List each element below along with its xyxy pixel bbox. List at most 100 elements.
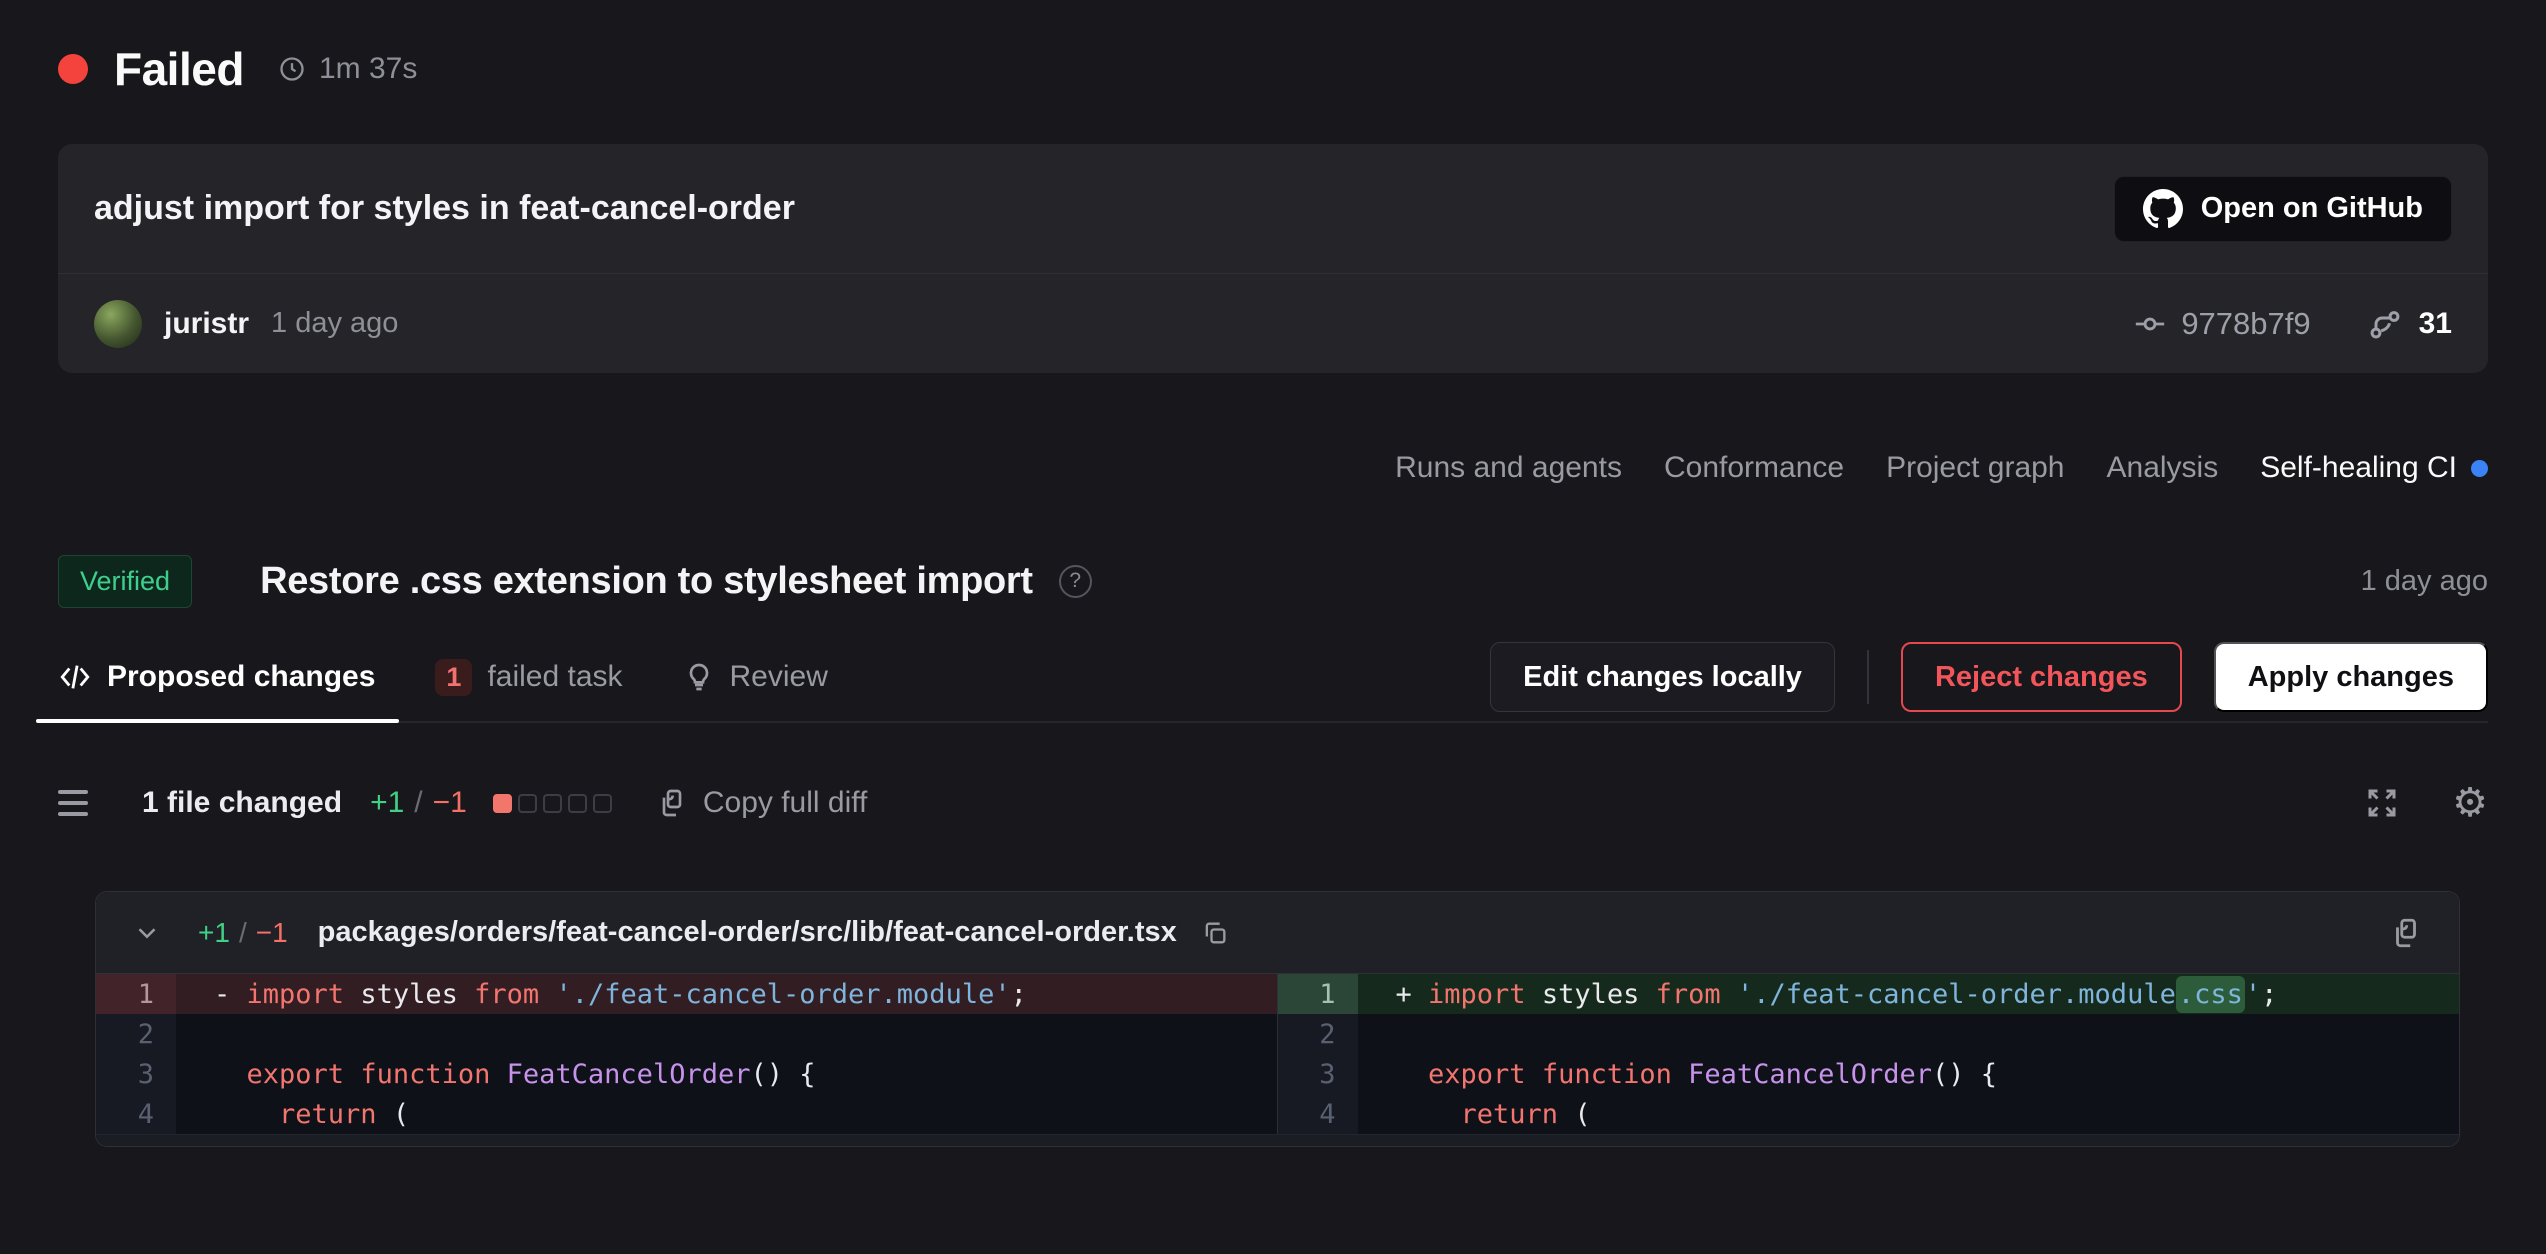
diff-line: 1+ import styles from './feat-cancel-ord… [1278, 974, 2460, 1014]
tab-review-label: Review [730, 660, 828, 694]
nav-item-label: Runs and agents [1395, 451, 1622, 485]
chevron-down-icon[interactable] [132, 918, 162, 948]
file-list-menu-icon[interactable] [58, 790, 88, 816]
failed-count-badge: 1 [435, 659, 472, 696]
line-number: 4 [96, 1094, 176, 1134]
tab-proposed-changes-label: Proposed changes [107, 660, 375, 694]
open-on-github-label: Open on GitHub [2201, 192, 2423, 225]
file-deletions: −1 [256, 917, 288, 949]
notification-dot [2471, 460, 2488, 477]
commit-card: adjust import for styles in feat-cancel-… [58, 144, 2488, 373]
nav-item-analysis[interactable]: Analysis [2107, 451, 2219, 485]
lightbulb-icon [683, 661, 715, 693]
line-number: 3 [96, 1054, 176, 1094]
line-number: 2 [1278, 1014, 1358, 1054]
verified-badge: Verified [58, 555, 192, 608]
diff-pane-right: 1+ import styles from './feat-cancel-ord… [1278, 974, 2460, 1134]
diff-body: 1- import styles from './feat-cancel-ord… [96, 974, 2459, 1134]
line-number: 1 [1278, 974, 1358, 1014]
commit-refs-group: 9778b7f9 31 [2133, 306, 2452, 342]
code-line [1358, 1014, 2460, 1054]
action-buttons: Edit changes locally Reject changes Appl… [1490, 642, 2488, 712]
file-additions: +1 [198, 917, 230, 949]
pipeline-status-label: Failed [114, 42, 244, 96]
commit-hash: 9778b7f9 [2181, 306, 2310, 342]
code-icon [58, 660, 92, 694]
nav-item-label: Conformance [1664, 451, 1844, 485]
nav-item-self-healing-ci[interactable]: Self-healing CI [2260, 451, 2488, 485]
fix-heading-row: Verified Restore .css extension to style… [58, 545, 2488, 617]
edit-changes-locally-button[interactable]: Edit changes locally [1490, 642, 1835, 712]
expand-icon[interactable] [2364, 785, 2400, 821]
diffstat: +1 / −1 [370, 786, 612, 820]
open-on-github-button[interactable]: Open on GitHub [2114, 176, 2452, 242]
branch-count: 31 [2419, 307, 2452, 341]
diff-toolbar-left: 1 file changed +1 / −1 Copy full diff [58, 786, 867, 820]
top-nav: Runs and agents Conformance Project graph A… [58, 443, 2488, 493]
diffstat-separator: / [414, 786, 422, 820]
diffstat-square [518, 794, 537, 813]
commit-hash-group[interactable]: 9778b7f9 [2133, 306, 2310, 342]
additions-count: +1 [370, 786, 404, 820]
diff-scrollbar-track[interactable] [96, 1134, 2459, 1146]
code-line: return ( [176, 1094, 1277, 1134]
diff-line: 4 return ( [1278, 1094, 2460, 1134]
nav-item-runs-and-agents[interactable]: Runs and agents [1395, 451, 1622, 485]
diff-line: 1- import styles from './feat-cancel-ord… [96, 974, 1277, 1014]
tab-proposed-changes[interactable]: Proposed changes [58, 633, 375, 721]
reject-changes-button[interactable]: Reject changes [1901, 642, 2182, 712]
copy-path-icon[interactable] [1201, 919, 1229, 947]
copy-full-diff-button[interactable]: Copy full diff [656, 786, 868, 820]
line-number: 1 [96, 974, 176, 1014]
diff-line: 3 export function FeatCancelOrder() { [1278, 1054, 2460, 1094]
commit-icon [2133, 307, 2167, 341]
gear-icon[interactable]: ⚙ [2452, 783, 2488, 823]
diff-line: 2 [1278, 1014, 2460, 1054]
commit-title-row: adjust import for styles in feat-cancel-… [58, 144, 2488, 274]
nav-item-label: Project graph [1886, 451, 2064, 485]
tab-failed-task-label: failed task [487, 660, 622, 694]
tab-failed-task[interactable]: 1 failed task [435, 633, 622, 721]
nav-item-label: Analysis [2107, 451, 2219, 485]
clipboard-icon [656, 787, 688, 819]
diffstat-square [543, 794, 562, 813]
status-failed-dot [58, 54, 88, 84]
code-line [176, 1014, 1277, 1054]
apply-changes-button[interactable]: Apply changes [2214, 642, 2488, 712]
nav-item-project-graph[interactable]: Project graph [1886, 451, 2064, 485]
fix-title: Restore .css extension to stylesheet imp… [260, 560, 1033, 603]
diffstat-squares [493, 794, 612, 813]
code-line: + import styles from './feat-cancel-orde… [1358, 974, 2460, 1014]
fix-heading-left: Verified Restore .css extension to style… [58, 555, 1092, 608]
nav-item-conformance[interactable]: Conformance [1664, 451, 1844, 485]
author-name: juristr [164, 307, 249, 341]
diff-file-header[interactable]: +1 / −1 packages/orders/feat-cancel-orde… [96, 892, 2459, 974]
diffstat-square [493, 794, 512, 813]
diff-line: 3 export function FeatCancelOrder() { [96, 1054, 1277, 1094]
diff-toolbar-right: ⚙ [2364, 783, 2488, 823]
pipeline-status-row: Failed 1m 37s [58, 38, 2488, 100]
file-diffstat: +1 / −1 [198, 917, 288, 949]
line-number: 2 [96, 1014, 176, 1054]
branch-count-group[interactable]: 31 [2367, 306, 2452, 342]
deletions-count: −1 [433, 786, 467, 820]
file-path: packages/orders/feat-cancel-order/src/li… [318, 916, 1177, 949]
pipeline-duration-label: 1m 37s [319, 52, 417, 86]
diff-panel: +1 / −1 packages/orders/feat-cancel-orde… [95, 891, 2460, 1147]
git-fork-icon [2367, 306, 2403, 342]
code-line: export function FeatCancelOrder() { [1358, 1054, 2460, 1094]
tabs-row: Proposed changes 1 failed task Review Ed… [58, 633, 2488, 723]
commit-author-group: juristr 1 day ago [94, 300, 398, 348]
commit-meta-row: juristr 1 day ago 9778b7f9 31 [58, 274, 2488, 373]
commit-message: adjust import for styles in feat-cancel-… [94, 189, 795, 228]
commit-timestamp: 1 day ago [271, 307, 398, 340]
files-changed-label: 1 file changed [142, 786, 342, 820]
tab-review[interactable]: Review [683, 633, 828, 721]
help-icon[interactable]: ? [1059, 565, 1092, 598]
diff-pane-left: 1- import styles from './feat-cancel-ord… [96, 974, 1278, 1134]
diff-line: 2 [96, 1014, 1277, 1054]
clock-icon [278, 55, 306, 83]
code-line: export function FeatCancelOrder() { [176, 1054, 1277, 1094]
copy-file-diff-icon[interactable] [2389, 916, 2423, 950]
line-number: 3 [1278, 1054, 1358, 1094]
